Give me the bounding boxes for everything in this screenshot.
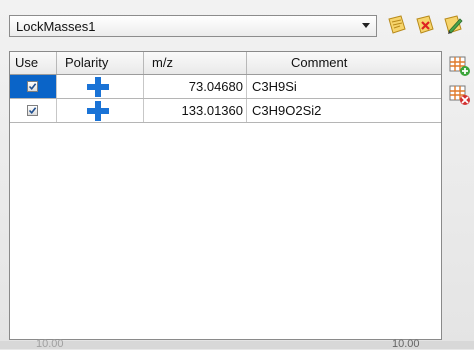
column-header-mz[interactable]: m/z [144, 52, 247, 74]
table-row[interactable]: 73.04680 C3H9Si [10, 75, 441, 99]
table-header: Use Polarity m/z Comment [10, 52, 441, 75]
delete-note-icon[interactable] [413, 13, 437, 37]
column-header-polarity[interactable]: Polarity [57, 52, 144, 74]
lock-mass-table[interactable]: Use Polarity m/z Comment 73.04680 C3H9Si [9, 51, 442, 340]
comment-cell[interactable]: C3H9Si [247, 75, 441, 98]
remove-row-icon[interactable] [449, 84, 471, 106]
edit-note-icon[interactable] [385, 13, 409, 37]
chevron-down-icon[interactable] [362, 23, 370, 28]
use-cell[interactable] [10, 99, 57, 122]
positive-polarity-icon [87, 77, 109, 97]
pencil-icon[interactable] [441, 13, 465, 37]
lock-mass-set-dropdown[interactable]: LockMasses1 [9, 15, 377, 37]
positive-polarity-icon [87, 101, 109, 121]
footer-right-value: 10.00 [392, 338, 420, 350]
lock-mass-panel: LockMasses1 Use Polarity m/z Comment 73.… [0, 0, 474, 350]
column-header-use[interactable]: Use [10, 52, 57, 74]
table-row[interactable]: 133.01360 C3H9O2Si2 [10, 99, 441, 123]
use-checkbox[interactable] [27, 105, 38, 116]
polarity-cell[interactable] [57, 75, 144, 98]
use-cell[interactable] [10, 75, 57, 98]
column-header-comment[interactable]: Comment [247, 52, 441, 74]
dropdown-selected-value: LockMasses1 [16, 19, 96, 34]
mz-cell[interactable]: 73.04680 [144, 75, 247, 98]
mz-cell[interactable]: 133.01360 [144, 99, 247, 122]
polarity-cell[interactable] [57, 99, 144, 122]
add-row-icon[interactable] [449, 55, 471, 77]
comment-cell[interactable]: C3H9O2Si2 [247, 99, 441, 122]
footer-left-value: 10.00 [36, 338, 64, 350]
use-checkbox[interactable] [27, 81, 38, 92]
